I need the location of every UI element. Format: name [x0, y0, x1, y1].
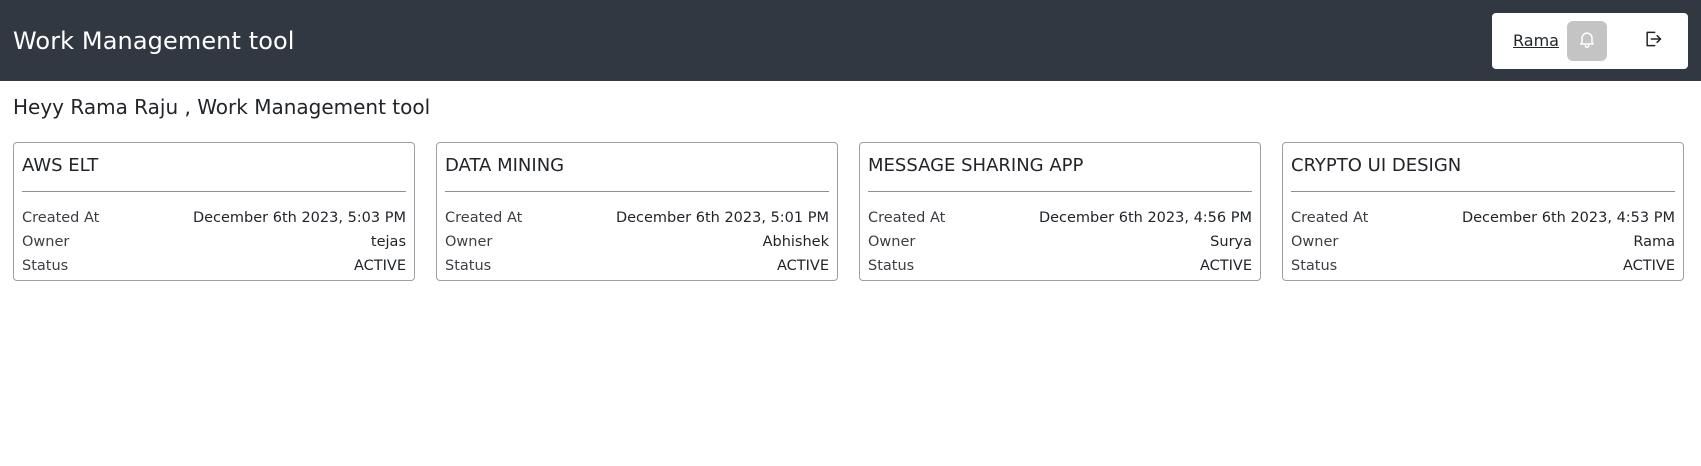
created-at-label: Created At: [445, 210, 523, 226]
created-at-value: December 6th 2023, 4:56 PM: [1038, 210, 1252, 226]
status-label: Status: [1291, 258, 1338, 274]
created-at-label: Created At: [22, 210, 100, 226]
notifications-button[interactable]: [1566, 20, 1607, 61]
owner-label: Owner: [868, 234, 916, 250]
owner-value: Abhishek: [762, 234, 829, 250]
status-label: Status: [445, 258, 492, 274]
project-card[interactable]: MESSAGE SHARING APP Created At December …: [859, 142, 1261, 281]
status-value: ACTIVE: [353, 258, 406, 274]
status-row: Status ACTIVE: [868, 254, 1252, 278]
greeting-text: Heyy Rama Raju , Work Management tool: [13, 95, 431, 119]
top-navbar: Work Management tool Rama: [0, 0, 1701, 81]
user-panel: Rama: [1492, 12, 1688, 69]
created-at-value: December 6th 2023, 5:01 PM: [615, 210, 829, 226]
bell-icon: [1577, 29, 1597, 53]
status-label: Status: [868, 258, 915, 274]
created-at-value: December 6th 2023, 4:53 PM: [1461, 210, 1675, 226]
created-at-row: Created At December 6th 2023, 4:56 PM: [868, 206, 1252, 230]
logout-icon: [1643, 29, 1663, 53]
status-value: ACTIVE: [1199, 258, 1252, 274]
status-row: Status ACTIVE: [1291, 254, 1675, 278]
status-row: Status ACTIVE: [22, 254, 406, 278]
project-title: DATA MINING: [445, 155, 829, 192]
owner-value: Rama: [1633, 234, 1675, 250]
logout-button[interactable]: [1641, 29, 1665, 53]
app-title: Work Management tool: [13, 26, 295, 55]
project-card[interactable]: DATA MINING Created At December 6th 2023…: [436, 142, 838, 281]
project-card[interactable]: AWS ELT Created At December 6th 2023, 5:…: [13, 142, 415, 281]
owner-row: Owner tejas: [22, 230, 406, 254]
owner-value: Surya: [1210, 234, 1252, 250]
created-at-row: Created At December 6th 2023, 4:53 PM: [1291, 206, 1675, 230]
owner-label: Owner: [445, 234, 493, 250]
owner-row: Owner Rama: [1291, 230, 1675, 254]
created-at-label: Created At: [868, 210, 946, 226]
status-value: ACTIVE: [1622, 258, 1675, 274]
owner-label: Owner: [1291, 234, 1339, 250]
owner-row: Owner Abhishek: [445, 230, 829, 254]
project-cards: AWS ELT Created At December 6th 2023, 5:…: [13, 142, 1701, 281]
owner-row: Owner Surya: [868, 230, 1252, 254]
status-row: Status ACTIVE: [445, 254, 829, 278]
created-at-value: December 6th 2023, 5:03 PM: [192, 210, 406, 226]
owner-label: Owner: [22, 234, 70, 250]
project-title: MESSAGE SHARING APP: [868, 155, 1252, 192]
status-label: Status: [22, 258, 69, 274]
owner-value: tejas: [370, 234, 406, 250]
user-name-link[interactable]: Rama: [1513, 31, 1559, 50]
project-card[interactable]: CRYPTO UI DESIGN Created At December 6th…: [1282, 142, 1684, 281]
created-at-label: Created At: [1291, 210, 1369, 226]
status-value: ACTIVE: [776, 258, 829, 274]
created-at-row: Created At December 6th 2023, 5:01 PM: [445, 206, 829, 230]
project-title: AWS ELT: [22, 155, 406, 192]
project-title: CRYPTO UI DESIGN: [1291, 155, 1675, 192]
created-at-row: Created At December 6th 2023, 5:03 PM: [22, 206, 406, 230]
